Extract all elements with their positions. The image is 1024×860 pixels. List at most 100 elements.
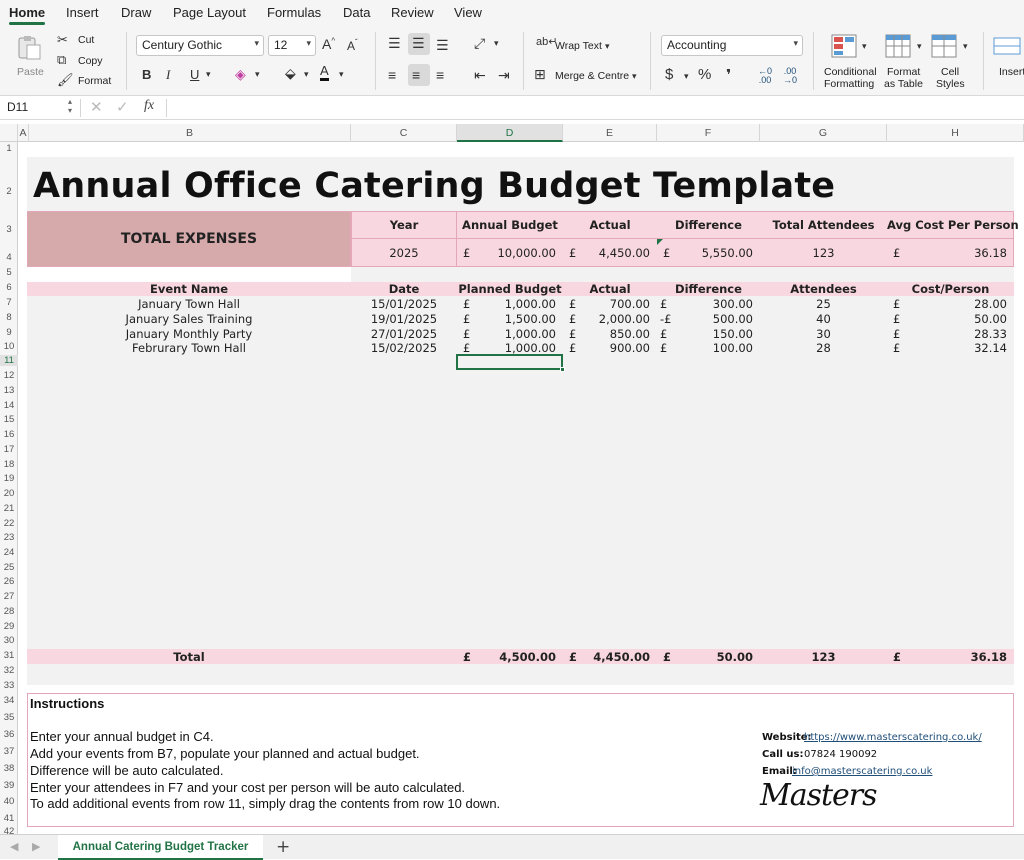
format-table-label-2[interactable]: as Table xyxy=(884,78,923,90)
row-header-39[interactable]: 39 xyxy=(0,780,18,791)
event-difference[interactable]: 500.00 xyxy=(670,312,753,326)
fill-handle[interactable] xyxy=(560,367,565,372)
eraser-icon[interactable]: ◈ xyxy=(235,66,246,83)
summary-difference[interactable]: 5,550.00 xyxy=(670,246,753,260)
event-planned-budget[interactable]: 1,000.00 xyxy=(470,341,556,355)
number-format-select[interactable]: Accounting ▾ xyxy=(661,35,803,56)
event-planned-budget[interactable]: 1,500.00 xyxy=(470,312,556,326)
scroll-left-icon[interactable]: ◀ xyxy=(10,840,18,853)
row-header-26[interactable]: 26 xyxy=(0,576,18,587)
cut-button[interactable]: Cut xyxy=(78,34,94,46)
row-header-30[interactable]: 30 xyxy=(0,635,18,646)
row-header-41[interactable]: 41 xyxy=(0,813,18,824)
column-header-d[interactable]: D xyxy=(457,124,563,142)
underline-button[interactable]: U xyxy=(190,67,199,82)
difference-prefix[interactable]: £ xyxy=(660,297,667,311)
row-header-11[interactable]: 11 xyxy=(0,355,18,366)
event-attendees[interactable]: 40 xyxy=(760,312,887,326)
selected-cell-d11[interactable] xyxy=(456,354,563,370)
add-sheet-button[interactable]: + xyxy=(276,837,290,857)
currency-button[interactable]: $ xyxy=(665,66,673,83)
row-header-34[interactable]: 34 xyxy=(0,695,18,706)
row-header-13[interactable]: 13 xyxy=(0,385,18,396)
row-header-16[interactable]: 16 xyxy=(0,429,18,440)
merge-centre-button[interactable]: Merge & Centre xyxy=(555,70,629,82)
insert-cells-label[interactable]: Insert xyxy=(999,66,1024,78)
row-header-38[interactable]: 38 xyxy=(0,763,18,774)
align-center-icon[interactable]: ≡ xyxy=(412,67,420,83)
row-header-29[interactable]: 29 xyxy=(0,621,18,632)
column-header-h[interactable]: H xyxy=(887,124,1024,142)
increase-font-icon[interactable]: A^ xyxy=(322,36,335,52)
align-left-icon[interactable]: ≡ xyxy=(388,67,396,83)
column-header-c[interactable]: C xyxy=(351,124,457,142)
event-planned-budget[interactable]: 1,000.00 xyxy=(470,297,556,311)
column-header-a[interactable]: A xyxy=(18,124,29,142)
difference-prefix[interactable]: £ xyxy=(660,327,667,341)
row-header-36[interactable]: 36 xyxy=(0,729,18,740)
decrease-font-icon[interactable]: Aˇ xyxy=(347,38,358,53)
row-header-19[interactable]: 19 xyxy=(0,473,18,484)
align-bottom-icon[interactable]: ☰ xyxy=(436,37,449,54)
event-cost-person[interactable]: 32.14 xyxy=(900,341,1007,355)
event-cost-person[interactable]: 28.33 xyxy=(900,327,1007,341)
row-header-27[interactable]: 27 xyxy=(0,591,18,602)
row-header-8[interactable]: 8 xyxy=(0,312,18,323)
font-size-select[interactable]: 12 ▾ xyxy=(268,35,316,56)
scroll-right-icon[interactable]: ▶ xyxy=(32,840,40,853)
conditional-formatting-label-1[interactable]: Conditional xyxy=(824,66,877,78)
event-difference[interactable]: 300.00 xyxy=(670,297,753,311)
row-header-7[interactable]: 7 xyxy=(0,297,18,308)
comma-style-button[interactable]: ❜ xyxy=(726,66,731,84)
row-header-25[interactable]: 25 xyxy=(0,562,18,573)
menu-data[interactable]: Data xyxy=(343,5,370,20)
event-name[interactable]: January Monthly Party xyxy=(27,327,351,341)
row-header-24[interactable]: 24 xyxy=(0,547,18,558)
cell-styles-label-2[interactable]: Styles xyxy=(936,78,965,90)
menu-view[interactable]: View xyxy=(454,5,482,20)
row-header-33[interactable]: 33 xyxy=(0,680,18,691)
row-header-21[interactable]: 21 xyxy=(0,503,18,514)
cell-styles-label-1[interactable]: Cell xyxy=(941,66,959,78)
event-attendees[interactable]: 30 xyxy=(760,327,887,341)
event-date[interactable]: 15/01/2025 xyxy=(351,297,457,311)
paste-label[interactable]: Paste xyxy=(17,66,44,78)
row-header-17[interactable]: 17 xyxy=(0,444,18,455)
website-link[interactable]: https://www.masterscatering.co.uk/ xyxy=(804,732,982,743)
event-planned-budget[interactable]: 1,000.00 xyxy=(470,327,556,341)
row-header-23[interactable]: 23 xyxy=(0,532,18,543)
menu-page-layout[interactable]: Page Layout xyxy=(173,5,246,20)
chevron-down-icon[interactable]: ▾ xyxy=(255,69,260,80)
row-header-22[interactable]: 22 xyxy=(0,518,18,529)
chevron-down-icon[interactable]: ▾ xyxy=(684,71,689,82)
align-top-icon[interactable]: ☰ xyxy=(388,35,401,52)
italic-button[interactable]: I xyxy=(166,67,170,83)
summary-year[interactable]: 2025 xyxy=(351,246,457,260)
row-header-15[interactable]: 15 xyxy=(0,414,18,425)
row-header-4[interactable]: 4 xyxy=(0,252,18,263)
font-color-icon[interactable]: A xyxy=(320,64,329,81)
format-table-icon[interactable] xyxy=(885,34,913,60)
fill-color-icon[interactable]: ⬙ xyxy=(285,65,296,82)
event-name[interactable]: January Town Hall xyxy=(27,297,351,311)
chevron-down-icon[interactable]: ▾ xyxy=(304,69,309,80)
column-header-f[interactable]: F xyxy=(657,124,760,142)
cell-styles-icon[interactable] xyxy=(931,34,959,60)
row-header-2[interactable]: 2 xyxy=(0,186,18,197)
event-actual[interactable]: 850.00 xyxy=(575,327,650,341)
row-header-3[interactable]: 3 xyxy=(0,224,18,235)
name-box[interactable]: D11 xyxy=(7,100,28,114)
summary-actual[interactable]: 4,450.00 xyxy=(575,246,650,260)
event-difference[interactable]: 100.00 xyxy=(670,341,753,355)
wrap-text-button[interactable]: Wrap Text xyxy=(555,40,602,52)
menu-formulas[interactable]: Formulas xyxy=(267,5,321,20)
chevron-down-icon[interactable]: ▾ xyxy=(339,69,344,80)
chevron-down-icon[interactable]: ▾ xyxy=(605,41,610,52)
event-actual[interactable]: 900.00 xyxy=(575,341,650,355)
row-header-20[interactable]: 20 xyxy=(0,488,18,499)
increase-indent-icon[interactable]: ⇥ xyxy=(498,67,510,84)
align-right-icon[interactable]: ≡ xyxy=(436,67,444,83)
event-cost-person[interactable]: 28.00 xyxy=(900,297,1007,311)
chevron-down-icon[interactable]: ▾ xyxy=(494,38,499,49)
event-cost-person[interactable]: 50.00 xyxy=(900,312,1007,326)
